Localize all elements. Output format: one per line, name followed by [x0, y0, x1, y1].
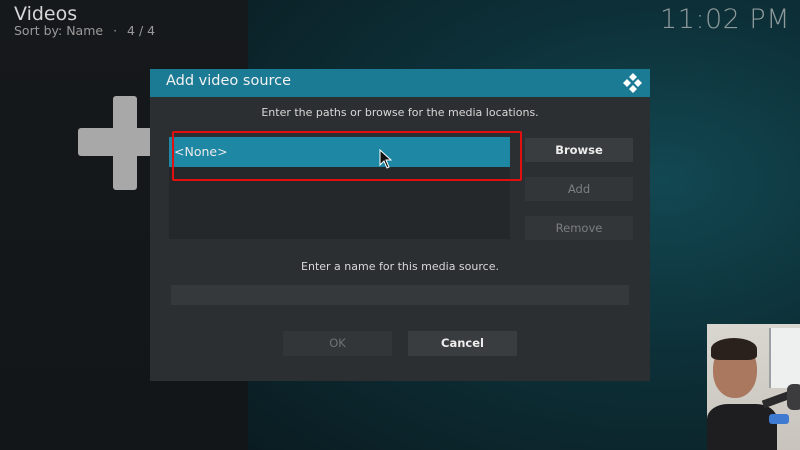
ok-button[interactable]: OK — [283, 331, 392, 356]
remove-button[interactable]: Remove — [525, 216, 633, 240]
kodi-logo-icon[interactable] — [622, 72, 644, 94]
webcam-overlay — [707, 324, 800, 450]
page-title: Videos — [14, 3, 78, 25]
add-video-source-dialog: Add video source Enter the paths or brow… — [150, 69, 650, 381]
source-name-input[interactable] — [171, 285, 629, 305]
clock: 11:02 PM — [660, 4, 790, 35]
browse-button[interactable]: Browse — [525, 138, 633, 162]
annotation-highlight-box — [172, 131, 522, 181]
dialog-title: Add video source — [166, 73, 292, 89]
microphone-icon — [787, 384, 800, 410]
mouse-pointer-icon — [379, 149, 393, 169]
name-instruction: Enter a name for this media source. — [301, 260, 499, 273]
webcam-person-hair — [711, 338, 757, 360]
add-button[interactable]: Add — [525, 177, 633, 201]
sort-info[interactable]: Sort by: Name · 4 / 4 — [14, 23, 155, 38]
webcam-object — [769, 414, 789, 424]
sort-label: Sort by: Name — [14, 23, 104, 38]
dialog-header: Add video source — [150, 69, 650, 97]
cancel-button[interactable]: Cancel — [408, 331, 517, 356]
paths-instruction: Enter the paths or browse for the media … — [261, 106, 539, 119]
item-count: 4 / 4 — [127, 23, 156, 38]
webcam-person-body — [707, 404, 777, 450]
sort-separator: · — [113, 23, 118, 38]
webcam-window — [769, 328, 800, 388]
